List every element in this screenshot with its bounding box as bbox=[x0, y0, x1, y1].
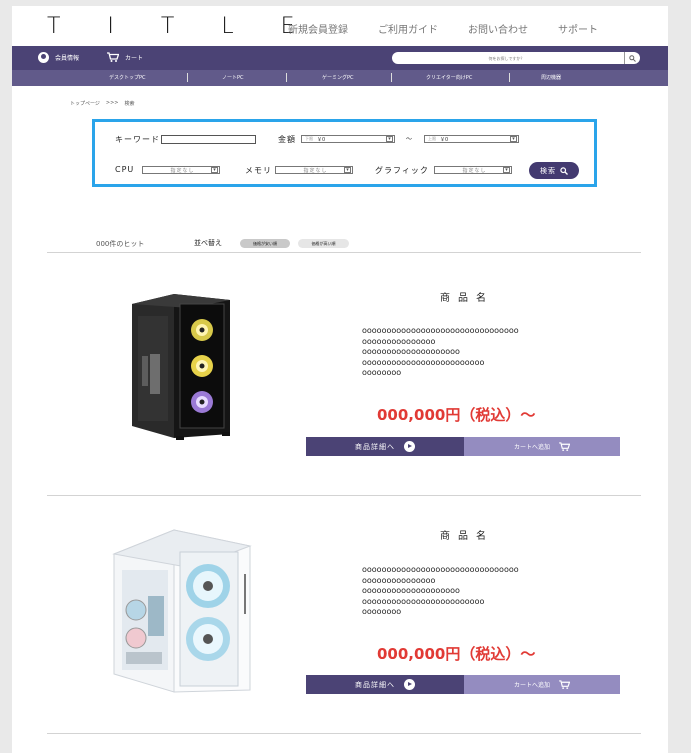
product-image-black-pc bbox=[132, 294, 230, 440]
product-image-white-pc bbox=[112, 529, 252, 693]
description-line: oooooooooooooooooooo bbox=[362, 347, 460, 356]
price-label: 金額 bbox=[278, 135, 296, 144]
description-line: oooooooooooooooooooo bbox=[362, 586, 460, 595]
keyword-label: キーワード bbox=[115, 135, 160, 144]
category-creator[interactable]: クリエイター向けPC bbox=[426, 74, 472, 81]
search-submit-button[interactable] bbox=[624, 52, 640, 64]
category-divider bbox=[391, 73, 392, 82]
category-notebook[interactable]: ノートPC bbox=[222, 74, 244, 81]
add-to-cart-button[interactable]: カートへ追加 bbox=[464, 675, 620, 694]
category-gaming[interactable]: ゲーミングPC bbox=[322, 74, 354, 81]
nav-register-link[interactable]: 新規会員登録 bbox=[288, 21, 348, 36]
cpu-select-value: 指定なし bbox=[170, 167, 195, 174]
header: T I T L E 新規会員登録 ご利用ガイド お問い合わせ サポート bbox=[12, 6, 668, 46]
memory-select[interactable]: 指定なし ▾ bbox=[275, 166, 353, 174]
keyword-input[interactable] bbox=[161, 135, 256, 144]
category-desktop[interactable]: デスクトップPC bbox=[109, 74, 146, 81]
user-icon bbox=[38, 52, 49, 63]
divider bbox=[47, 252, 641, 253]
graphic-label: グラフィック bbox=[375, 166, 429, 175]
product-detail-button[interactable]: 商品詳細へ bbox=[306, 675, 464, 694]
category-divider bbox=[187, 73, 188, 82]
member-info-label: 会員情報 bbox=[55, 55, 80, 62]
result-count: 000件のヒット bbox=[96, 240, 145, 248]
cart-button-label: カートへ追加 bbox=[513, 682, 550, 689]
cart-icon bbox=[559, 442, 570, 451]
chevron-down-icon: ▾ bbox=[386, 136, 393, 142]
description-line: oooooooo bbox=[362, 368, 402, 377]
price-min-value: ￥0 bbox=[317, 136, 326, 143]
graphic-select[interactable]: 指定なし ▾ bbox=[434, 166, 512, 174]
nav-guide-link[interactable]: ご利用ガイド bbox=[378, 21, 438, 36]
top-nav: 新規会員登録 ご利用ガイド お問い合わせ サポート bbox=[288, 21, 598, 36]
nav-support-link[interactable]: サポート bbox=[558, 21, 598, 36]
play-arrow-icon bbox=[404, 441, 415, 452]
category-peripherals[interactable]: 周辺機器 bbox=[541, 74, 561, 81]
description-line: oooooooooooooooooooooooooooooooo bbox=[362, 326, 519, 335]
product-price: 000,000円（税込）～ bbox=[377, 645, 536, 663]
member-info-link[interactable]: 会員情報 bbox=[38, 52, 79, 63]
price-range-separator: ～ bbox=[406, 136, 414, 143]
divider bbox=[47, 495, 641, 496]
site-search bbox=[392, 52, 640, 64]
product-description: oooooooooooooooooooooooooooooooo ooooooo… bbox=[362, 565, 562, 618]
description-line: oooooooo bbox=[362, 607, 402, 616]
breadcrumb-current: 検索 bbox=[124, 101, 135, 107]
price-max-value: ￥0 bbox=[440, 136, 449, 143]
product-name: 商品名 bbox=[440, 293, 494, 304]
site-logo[interactable]: T I T L E bbox=[47, 14, 315, 39]
cart-button-label: カートへ追加 bbox=[513, 444, 550, 451]
product-description: oooooooooooooooooooooooooooooooo ooooooo… bbox=[362, 326, 562, 379]
price-max-select[interactable]: 上限 ￥0 ▾ bbox=[424, 135, 519, 143]
category-divider bbox=[286, 73, 287, 82]
product-price: 000,000円（税込）～ bbox=[377, 406, 536, 424]
divider bbox=[47, 733, 641, 734]
nav-contact-link[interactable]: お問い合わせ bbox=[468, 21, 528, 36]
utility-bar: 会員情報 カート bbox=[12, 46, 668, 70]
breadcrumb-separator: >>> bbox=[105, 100, 119, 106]
search-button-label: 検索 bbox=[540, 166, 556, 175]
cpu-select[interactable]: 指定なし ▾ bbox=[142, 166, 220, 174]
product-detail-button[interactable]: 商品詳細へ bbox=[306, 437, 464, 456]
category-divider bbox=[509, 73, 510, 82]
sort-label: 並べ替え bbox=[194, 239, 222, 247]
site-search-input[interactable] bbox=[404, 53, 609, 63]
search-icon bbox=[629, 54, 636, 62]
chevron-down-icon: ▾ bbox=[510, 136, 517, 142]
search-icon bbox=[560, 166, 568, 175]
cpu-label: CPU bbox=[115, 165, 135, 174]
add-to-cart-button[interactable]: カートへ追加 bbox=[464, 437, 620, 456]
description-line: ooooooooooooooooooooooooo bbox=[362, 357, 485, 367]
breadcrumb-home[interactable]: トップページ bbox=[70, 100, 100, 107]
cart-icon bbox=[107, 52, 119, 62]
memory-label: メモリ bbox=[245, 166, 272, 175]
cart-icon bbox=[559, 680, 570, 689]
description-line: oooooooooooooooooooooooooooooooo bbox=[362, 565, 519, 574]
search-panel: キーワード 金額 下限 ￥0 ▾ ～ 上限 ￥0 ▾ CPU 指定なし ▾ メモ… bbox=[92, 119, 597, 187]
sort-price-asc[interactable]: 価格が安い順 bbox=[240, 239, 290, 248]
detail-button-label: 商品詳細へ bbox=[355, 442, 395, 451]
search-button[interactable]: 検索 bbox=[529, 162, 579, 179]
description-line: ooooooooooooooo bbox=[362, 575, 436, 585]
memory-select-value: 指定なし bbox=[303, 167, 328, 174]
play-arrow-icon bbox=[404, 679, 415, 690]
product-name: 商品名 bbox=[440, 531, 494, 542]
page: T I T L E 新規会員登録 ご利用ガイド お問い合わせ サポート 会員情報… bbox=[12, 6, 668, 753]
cart-label: カート bbox=[125, 54, 144, 62]
sort-price-desc[interactable]: 価格が高い順 bbox=[298, 239, 349, 248]
description-line: ooooooooooooooooooooooooo bbox=[362, 596, 485, 606]
category-bar: デスクトップPC ノートPC ゲーミングPC クリエイター向けPC 周辺機器 bbox=[12, 70, 668, 86]
price-min-caption: 下限 bbox=[305, 136, 313, 141]
cart-link[interactable]: カート bbox=[107, 52, 143, 62]
price-max-caption: 上限 bbox=[428, 136, 436, 141]
chevron-down-icon: ▾ bbox=[344, 167, 351, 173]
detail-button-label: 商品詳細へ bbox=[355, 680, 395, 689]
price-min-select[interactable]: 下限 ￥0 ▾ bbox=[301, 135, 395, 143]
description-line: ooooooooooooooo bbox=[362, 336, 436, 346]
breadcrumb: トップページ >>> 検索 bbox=[70, 100, 135, 107]
graphic-select-value: 指定なし bbox=[462, 167, 487, 174]
chevron-down-icon: ▾ bbox=[211, 167, 218, 173]
chevron-down-icon: ▾ bbox=[503, 167, 510, 173]
